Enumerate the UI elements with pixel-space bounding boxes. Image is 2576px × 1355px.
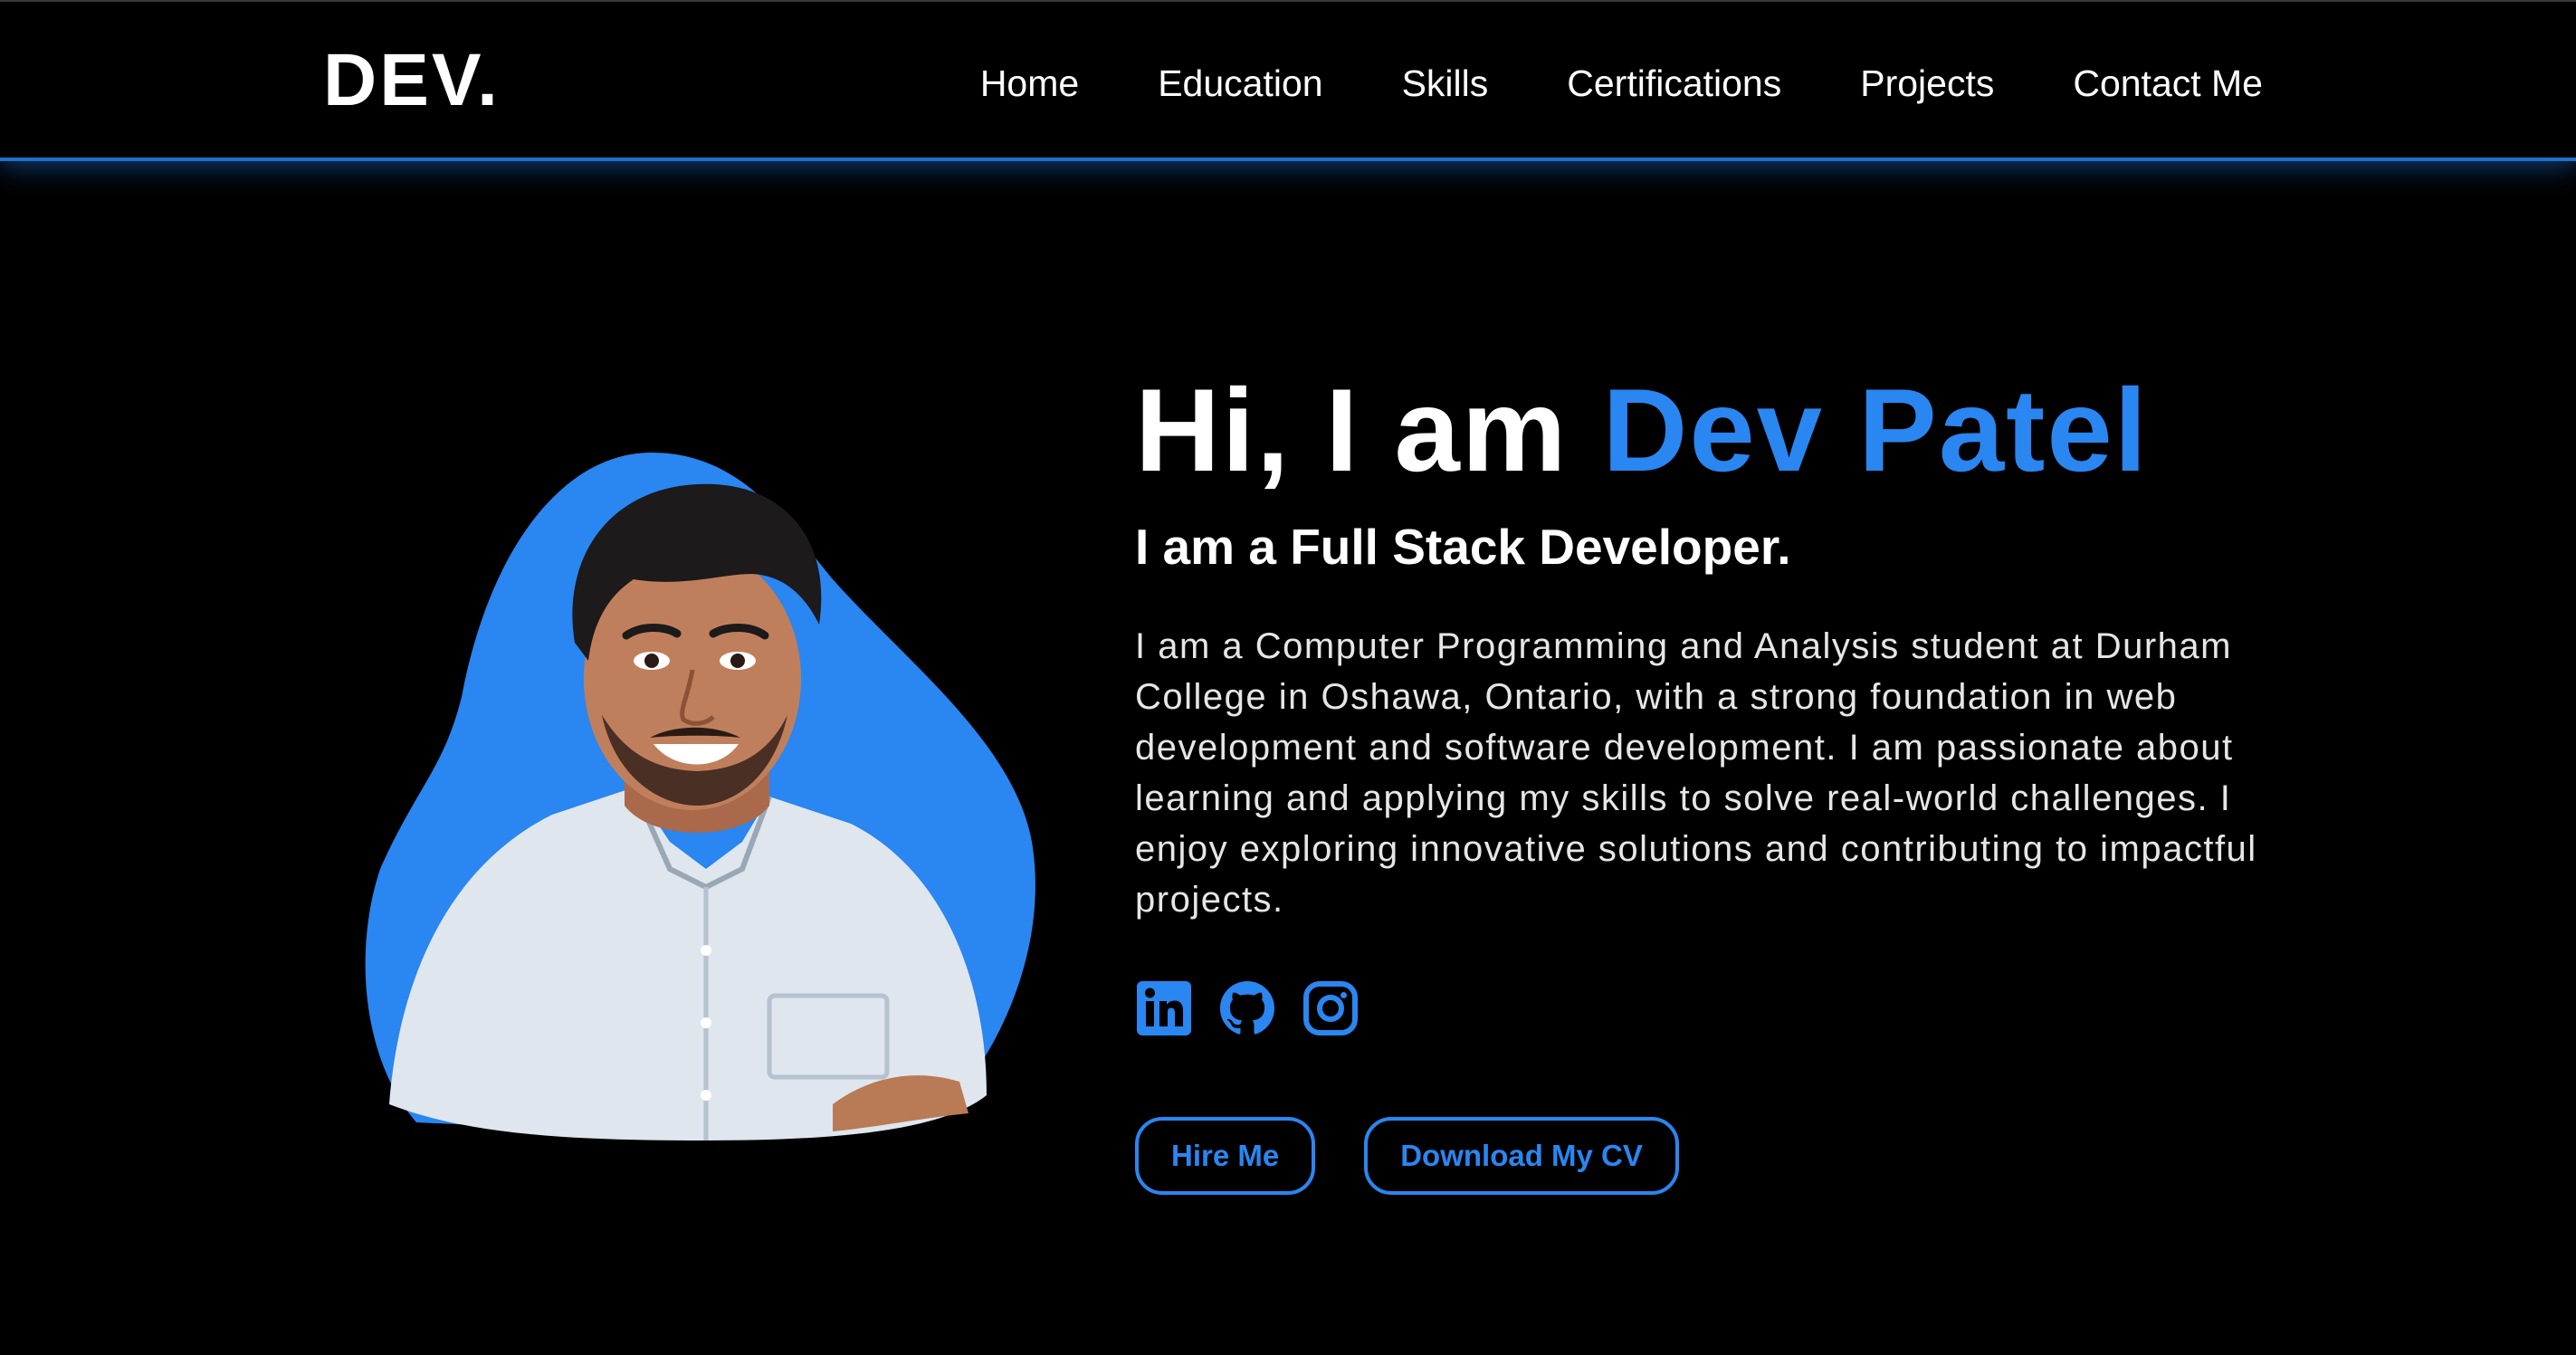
profile-portrait xyxy=(362,444,1050,1140)
social-links xyxy=(1135,979,2312,1037)
hero-subtitle: I am a Full Stack Developer. xyxy=(1135,519,1791,575)
nav-home[interactable]: Home xyxy=(980,62,1079,105)
hero-bio: I am a Computer Programming and Analysis… xyxy=(1135,626,2257,920)
download-cv-button[interactable]: Download My CV xyxy=(1364,1117,1679,1195)
instagram-icon[interactable] xyxy=(1302,979,1360,1037)
main-nav: Home Education Skills Certifications Pro… xyxy=(905,54,2263,112)
nav-certifications[interactable]: Certifications xyxy=(1567,62,1781,105)
hero-headline: Hi, I am Dev Patel xyxy=(1135,362,2312,498)
page: DEV. Home Education Skills Certification… xyxy=(0,0,2576,1355)
hire-me-button[interactable]: Hire Me xyxy=(1135,1117,1316,1195)
site-header: DEV. Home Education Skills Certification… xyxy=(0,0,2576,161)
nav-education[interactable]: Education xyxy=(1158,62,1322,105)
github-icon[interactable] xyxy=(1218,979,1276,1037)
nav-projects[interactable]: Projects xyxy=(1860,62,1994,105)
nav-skills[interactable]: Skills xyxy=(1402,62,1489,105)
linkedin-icon[interactable] xyxy=(1135,979,1193,1037)
hero-section: Hi, I am Dev Patel I am a Full Stack Dev… xyxy=(1135,362,2312,1195)
hero-name: Dev Patel xyxy=(1602,364,2149,496)
nav-contact-me[interactable]: Contact Me xyxy=(2073,62,2263,105)
site-logo[interactable]: DEV. xyxy=(323,38,501,123)
hero-buttons: Hire Me Download My CV xyxy=(1135,1117,2312,1195)
hero-greeting: Hi, I am xyxy=(1135,364,1603,496)
